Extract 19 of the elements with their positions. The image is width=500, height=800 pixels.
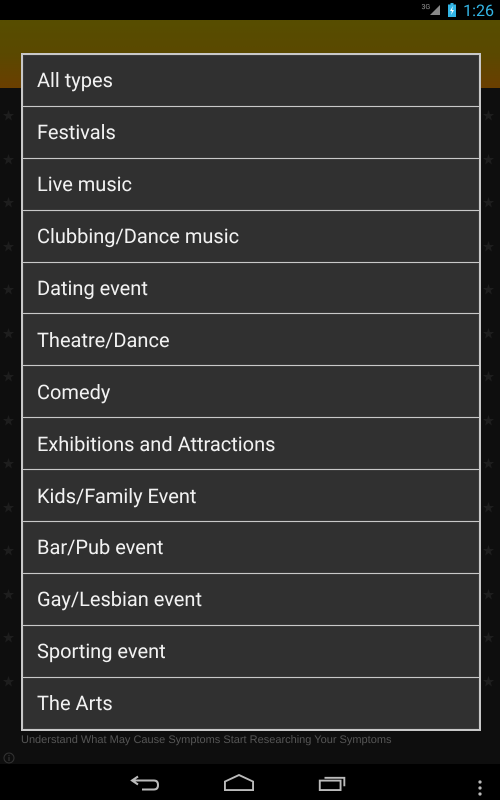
menu-item[interactable]: Comedy [23, 366, 479, 418]
clock: 1:26 [463, 0, 494, 20]
menu-item[interactable]: Festivals [23, 106, 479, 158]
menu-item[interactable]: Theatre/Dance [23, 314, 479, 366]
menu-item[interactable]: Exhibitions and Attractions [23, 418, 479, 470]
menu-item[interactable]: Live music [23, 158, 479, 210]
menu-item[interactable]: Sporting event [23, 626, 479, 677]
battery-icon [448, 3, 456, 17]
menu-icon[interactable] [478, 780, 482, 796]
menu-item[interactable]: All types [23, 55, 479, 106]
menu-item[interactable]: The Arts [23, 678, 479, 729]
menu-item[interactable]: Gay/Lesbian event [23, 574, 479, 625]
back-icon[interactable] [130, 774, 160, 790]
menu-item[interactable]: Clubbing/Dance music [23, 210, 479, 262]
menu-item[interactable]: Bar/Pub event [23, 522, 479, 573]
menu-item[interactable]: Dating event [23, 262, 479, 314]
home-icon[interactable] [224, 774, 254, 790]
menu-item[interactable]: Kids/Family Event [23, 470, 479, 522]
signal-icon [430, 5, 440, 15]
